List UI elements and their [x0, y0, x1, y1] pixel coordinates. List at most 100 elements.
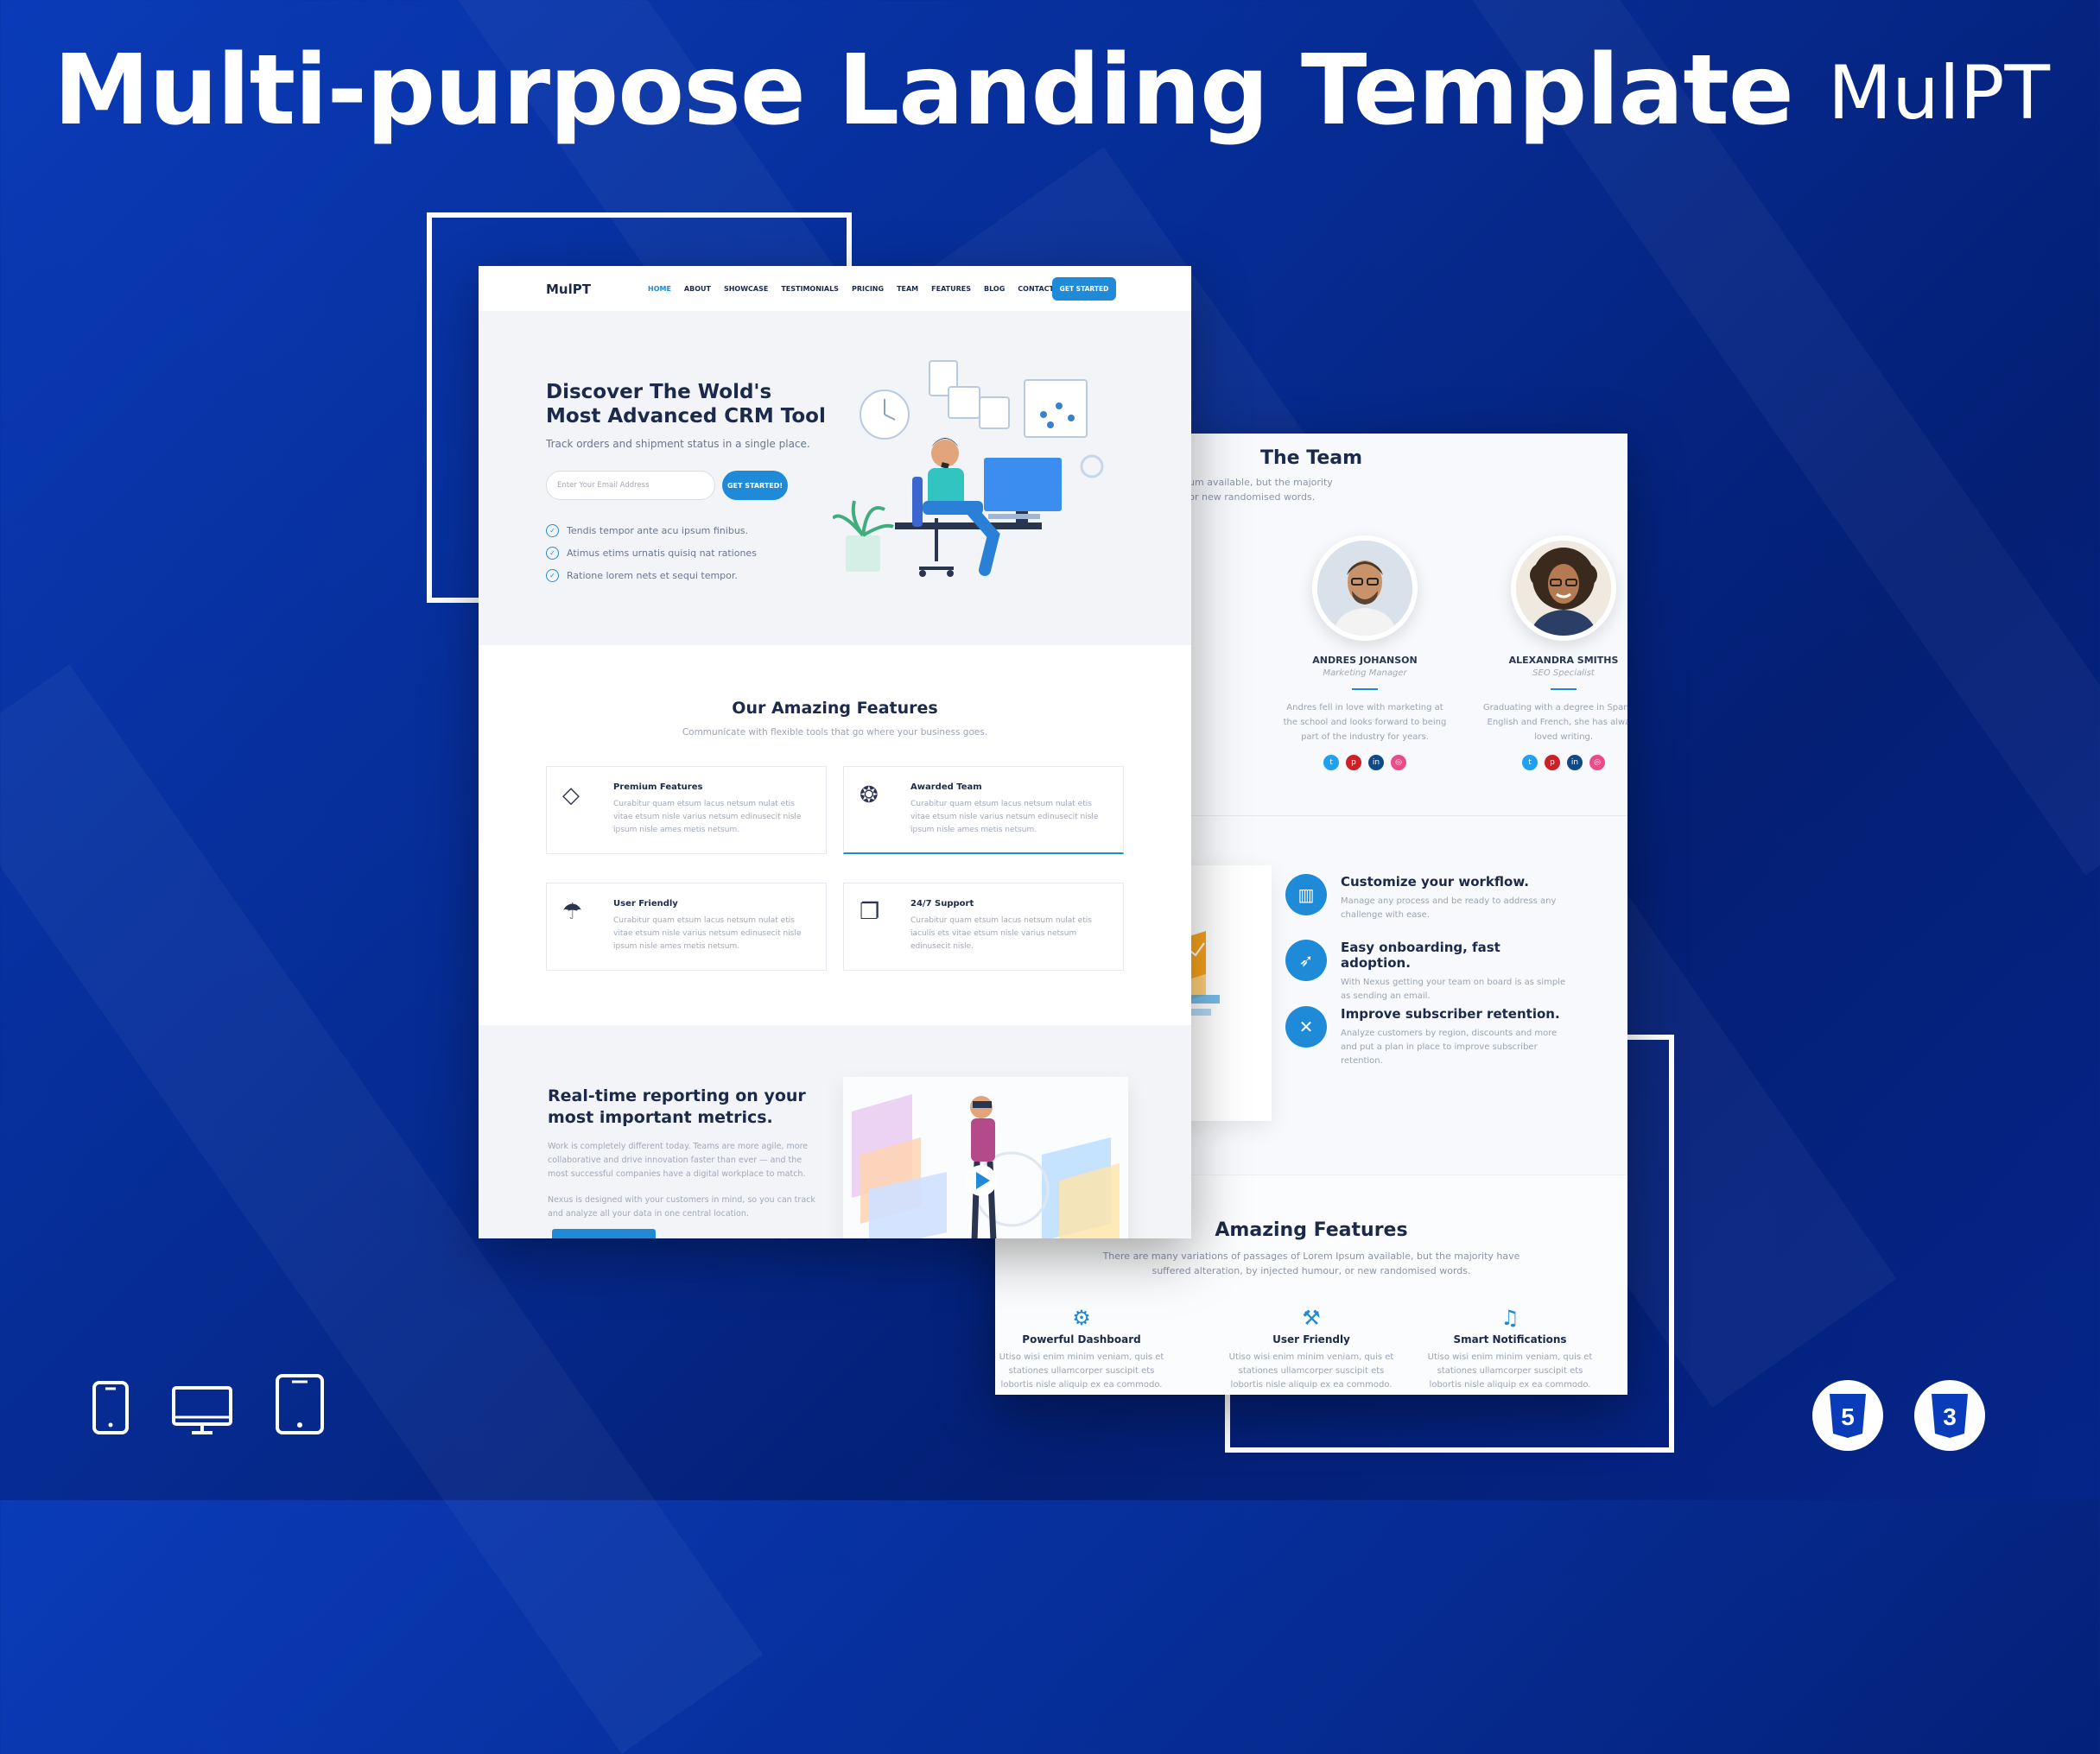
feature-card[interactable]: ☂ User Friendly Curabitur quam etsum lac…: [546, 883, 827, 971]
nav-logo[interactable]: MulPT: [546, 282, 591, 297]
reporting-paragraph: Nexus is designed with your customers in…: [548, 1195, 815, 1219]
feature-item: ♫ Smart Notifications Utiso wisi enim mi…: [1424, 1306, 1596, 1392]
feature-text: Utiso wisi enim minim veniam, quis et st…: [1228, 1352, 1394, 1390]
brand-logo: MulPT: [1828, 50, 2050, 136]
feature-item: ⚒ User Friendly Utiso wisi enim minim ve…: [1225, 1306, 1398, 1392]
pinterest-icon[interactable]: p: [1346, 755, 1361, 770]
feature-text: Utiso wisi enim minim veniam, quis et st…: [999, 1352, 1164, 1390]
desktop-icon: [172, 1386, 232, 1434]
diamond-icon: ◇: [562, 782, 580, 808]
nav-link-pricing[interactable]: PRICING: [852, 285, 884, 293]
avatar: [1511, 535, 1616, 641]
rocket-icon: ➶: [1285, 940, 1327, 981]
nav-link-features[interactable]: FEATURES: [931, 285, 971, 293]
member-name: ALEXANDRA SMITHS: [1508, 655, 1619, 666]
video-thumbnail[interactable]: [843, 1077, 1128, 1238]
workflow-title: Easy onboarding, fast adoption.: [1341, 940, 1500, 971]
member-divider: [1551, 688, 1577, 690]
workflow-text: With Nexus getting your team on board is…: [1341, 978, 1566, 1001]
nav-link-testimonials[interactable]: TESTIMONIALS: [781, 285, 839, 293]
svg-text:5: 5: [1841, 1403, 1855, 1430]
checklist-item: ✓ Tendis tempor ante acu ipsum finibus.: [546, 524, 757, 537]
front-page-mockup: MulPT HOME ABOUT SHOWCASE TESTIMONIALS P…: [479, 266, 1191, 1238]
avatar: [1312, 535, 1418, 641]
reporting-title: Real-time reporting on your most importa…: [548, 1086, 806, 1127]
feature-card[interactable]: ❐ 24/7 Support Curabitur quam etsum lacu…: [843, 883, 1124, 971]
hero-title: Discover The Wold's Most Advanced CRM To…: [546, 381, 826, 427]
member-socials: t p in ◎: [1278, 755, 1451, 770]
get-started-button[interactable]: GET STARTED: [1052, 277, 1116, 301]
workflow-title: Improve subscriber retention.: [1341, 1006, 1560, 1022]
workflow-item: ✕ Improve subscriber retention. Analyze …: [1285, 1006, 1570, 1068]
feature-title: User Friendly: [1272, 1333, 1350, 1346]
workflow-title: Customize your workflow.: [1341, 874, 1529, 890]
umbrella-icon: ☂: [562, 899, 583, 925]
reporting-button[interactable]: [552, 1229, 656, 1238]
map-icon: ▥: [1285, 874, 1327, 915]
features-section: Our Amazing Features Communicate with fl…: [479, 645, 1191, 1025]
hero-subtitle: Track orders and shipment status in a si…: [546, 438, 810, 450]
workflow-item: ➶ Easy onboarding, fast adoption. With N…: [1285, 940, 1570, 1004]
check-icon: ✓: [546, 569, 559, 582]
twitter-icon[interactable]: t: [1522, 755, 1538, 770]
svg-text:3: 3: [1943, 1403, 1957, 1430]
tablet-icon: [276, 1374, 324, 1434]
wrench-icon: ⚒: [1302, 1306, 1321, 1330]
css3-icon: 3: [1914, 1380, 1985, 1451]
feature-text: Utiso wisi enim minim veniam, quis et st…: [1427, 1352, 1593, 1390]
hero-get-started-button[interactable]: GET STARTED!: [722, 471, 788, 500]
member-divider: [1352, 688, 1378, 690]
linkedin-icon[interactable]: in: [1368, 755, 1384, 770]
nav-link-team[interactable]: TEAM: [897, 285, 918, 293]
feature-card[interactable]: ◇ Premium Features Curabitur quam etsum …: [546, 766, 827, 854]
check-icon: ✓: [546, 547, 559, 560]
feature-title: Powerful Dashboard: [1022, 1333, 1141, 1346]
feature-card-text: Curabitur quam etsum lacus netsum nulat …: [613, 916, 802, 951]
nav-link-home[interactable]: HOME: [648, 285, 671, 293]
html5-icon: 5: [1812, 1380, 1883, 1451]
phone-icon: [92, 1381, 129, 1434]
feature-card[interactable]: ❂ Awarded Team Curabitur quam etsum lacu…: [843, 766, 1124, 854]
feature-card-text: Curabitur quam etsum lacus netsum nulat …: [613, 800, 802, 834]
feature-card-text: Curabitur quam etsum lacus netsum nulat …: [910, 916, 1092, 951]
dribbble-icon[interactable]: ◎: [1589, 755, 1605, 770]
twitter-icon[interactable]: t: [1323, 755, 1339, 770]
medal-icon: ❂: [860, 782, 879, 808]
linkedin-icon[interactable]: in: [1567, 755, 1583, 770]
feature-card-title: User Friendly: [613, 899, 678, 909]
nav-link-contact[interactable]: CONTACT: [1018, 285, 1054, 293]
chat-bubbles-icon: ❐: [860, 899, 880, 925]
workflow-text: Analyze customers by region, discounts a…: [1341, 1029, 1558, 1066]
reporting-paragraph: Work is completely different today. Team…: [548, 1142, 809, 1179]
member-bio: Andres fell in love with marketing at th…: [1283, 703, 1447, 742]
member-role: SEO Specialist: [1532, 668, 1595, 678]
hero-section: Discover The Wold's Most Advanced CRM To…: [479, 311, 1191, 645]
device-icons: [92, 1373, 325, 1435]
navbar: MulPT HOME ABOUT SHOWCASE TESTIMONIALS P…: [479, 266, 1191, 312]
workflow-text: Manage any process and be ready to addre…: [1341, 896, 1557, 920]
feature-card-title: Premium Features: [613, 782, 703, 792]
workflow-item: ▥ Customize your workflow. Manage any pr…: [1285, 874, 1570, 922]
email-field[interactable]: Enter Your Email Address: [546, 471, 715, 500]
nav-link-blog[interactable]: BLOG: [984, 285, 1005, 293]
dribbble-icon[interactable]: ◎: [1391, 755, 1406, 770]
amazing-features-subtitle: There are many variations of passages of…: [1102, 1251, 1520, 1276]
member-socials: t p in ◎: [1477, 755, 1627, 770]
feature-title: Smart Notifications: [1453, 1333, 1567, 1346]
pinterest-icon[interactable]: p: [1545, 755, 1560, 770]
feature-card-title: Awarded Team: [910, 782, 982, 792]
feature-card-title: 24/7 Support: [910, 899, 974, 909]
member-bio: Graduating with a degree in Spanish, Eng…: [1482, 703, 1627, 742]
tools-icon: ✕: [1285, 1006, 1327, 1048]
nav-link-about[interactable]: ABOUT: [684, 285, 711, 293]
team-member-card: ANDRES JOHANSON Marketing Manager Andres…: [1278, 535, 1451, 770]
bell-icon: ♫: [1500, 1306, 1519, 1330]
page-headline: Multi-purpose Landing Template: [54, 35, 1794, 147]
nav-links: HOME ABOUT SHOWCASE TESTIMONIALS PRICING…: [648, 285, 1054, 293]
nav-link-showcase[interactable]: SHOWCASE: [724, 285, 768, 293]
gear-icon: ⚙: [1072, 1306, 1091, 1330]
reporting-section: Real-time reporting on your most importa…: [479, 1025, 1191, 1238]
hero-checklist: ✓ Tendis tempor ante acu ipsum finibus. ✓…: [546, 524, 757, 592]
member-name: ANDRES JOHANSON: [1312, 655, 1418, 666]
member-role: Marketing Manager: [1323, 668, 1407, 678]
